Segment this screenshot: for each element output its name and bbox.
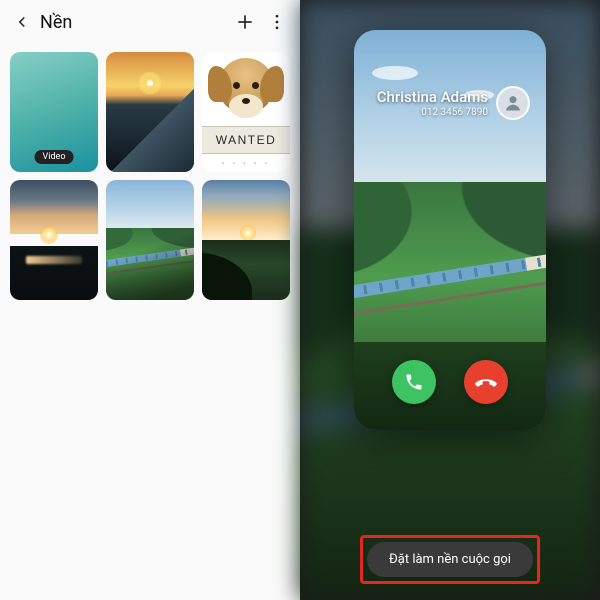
back-chevron-icon: [13, 13, 31, 31]
backgrounds-grid: Video WANTED • • • • •: [0, 44, 300, 308]
bg-tile-rocky-sunset[interactable]: [106, 52, 194, 172]
background-picker-screen: Nền Video WANTED • • • • •: [0, 0, 300, 600]
avatar: [496, 86, 530, 120]
decline-call-button[interactable]: [464, 360, 508, 404]
page-title: Nền: [40, 12, 226, 33]
bg-tile-hill-sunset[interactable]: [202, 180, 290, 300]
caller-info: Christina Adams 012 3456 7890: [354, 86, 546, 120]
wanted-banner: WANTED: [202, 126, 290, 154]
bg-tile-gradient-video[interactable]: Video: [10, 52, 98, 172]
accept-call-button[interactable]: [392, 360, 436, 404]
call-buttons: [354, 360, 546, 404]
add-button[interactable]: [232, 12, 258, 32]
video-badge: Video: [35, 150, 74, 164]
call-background-preview-screen: Christina Adams 012 3456 7890 Đặt làm nề…: [300, 0, 600, 600]
phone-down-icon: [475, 371, 497, 393]
back-button[interactable]: [10, 13, 34, 31]
bg-tile-train-valley[interactable]: [106, 180, 194, 300]
user-icon: [503, 93, 523, 113]
plus-icon: [235, 12, 255, 32]
caller-name: Christina Adams: [377, 88, 488, 106]
set-as-call-background-button[interactable]: Đặt làm nền cuộc gọi: [367, 542, 533, 577]
set-button-highlight: Đặt làm nền cuộc gọi: [360, 535, 540, 584]
bg-tile-lake-sunset[interactable]: [10, 180, 98, 300]
phone-preview: Christina Adams 012 3456 7890: [354, 30, 546, 430]
call-overlay: Christina Adams 012 3456 7890: [354, 30, 546, 430]
wanted-label: WANTED: [216, 133, 277, 147]
bg-tile-wanted-dog[interactable]: WANTED • • • • •: [202, 52, 290, 172]
caller-number: 012 3456 7890: [377, 107, 488, 118]
header: Nền: [0, 0, 300, 44]
more-button[interactable]: [264, 12, 290, 32]
pager-dots: • • • • •: [202, 159, 290, 168]
phone-icon: [404, 372, 424, 392]
dog-illustration: [218, 58, 274, 114]
more-vertical-icon: [267, 12, 287, 32]
